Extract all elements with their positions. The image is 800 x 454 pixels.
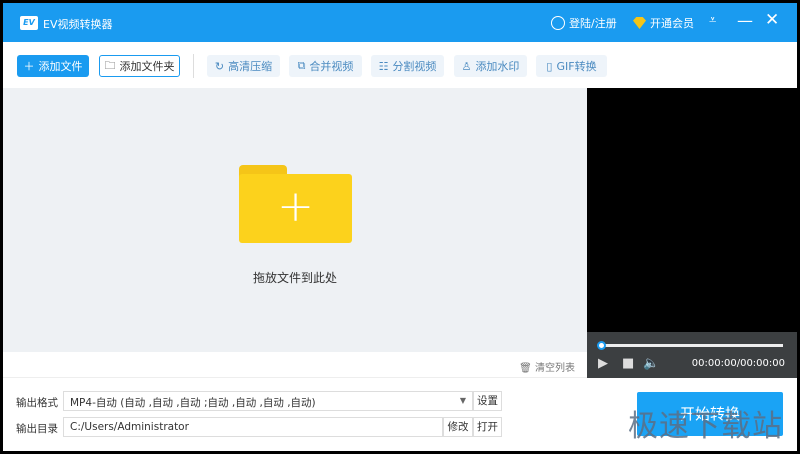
format-value: MP4-自动 (自动 ,自动 ,自动 ;自动 ,自动 ,自动 ,自动) [70, 397, 316, 409]
compress-label: 高清压缩 [228, 60, 273, 73]
add-file-label: 添加文件 [38, 60, 83, 73]
trash-icon: 🗑 [519, 363, 532, 374]
video-preview [587, 88, 797, 332]
watermark-button[interactable]: ♙ 添加水印 [454, 55, 527, 77]
toolbar: ＋添加文件 🗀 添加文件夹 ↻ 高清压缩 ⧉ 合并视频 ☷ 分割视频 ♙ 添加水印 ▯ GI… [3, 42, 797, 88]
user-icon [551, 16, 565, 30]
play-icon[interactable]: ▶ [598, 356, 608, 371]
watermark-label: 添加水印 [475, 60, 520, 73]
seek-bar[interactable] [601, 344, 783, 347]
stop-icon[interactable]: ■ [622, 356, 634, 371]
seek-handle[interactable] [597, 341, 606, 350]
title-bar: EV EV视频转换器 登陆/注册 开通会员 ⩡ — ✕ [3, 3, 797, 42]
format-select[interactable]: MP4-自动 (自动 ,自动 ,自动 ;自动 ,自动 ,自动 ,自动) ▼ [63, 391, 473, 411]
split-label: 分割视频 [392, 60, 437, 73]
divider [193, 54, 194, 78]
app-title: EV视频转换器 [43, 18, 113, 31]
login-label: 登陆/注册 [569, 17, 617, 30]
app-logo: EV [20, 16, 38, 30]
gif-label: GIF转换 [556, 60, 597, 73]
compress-button[interactable]: ↻ 高清压缩 [207, 55, 280, 77]
split-icon: ☷ [378, 59, 389, 73]
gif-button[interactable]: ▯ GIF转换 [536, 55, 607, 77]
drop-area[interactable]: + 拖放文件到此处 [3, 88, 587, 352]
player-controls: ▶ ■ 🔈 00:00:00/00:00:00 [587, 332, 797, 378]
watermark: 极速下载站 [628, 409, 783, 444]
dir-row: 输出目录 C:/Users/Administrator 修改 打开 [3, 417, 523, 437]
merge-label: 合并视频 [309, 60, 354, 73]
vip-button[interactable]: 开通会员 [633, 15, 694, 31]
split-button[interactable]: ☷ 分割视频 [371, 55, 444, 77]
drop-hint: 拖放文件到此处 [252, 271, 337, 285]
login-button[interactable]: 登陆/注册 [551, 15, 617, 31]
add-folder-button[interactable]: 🗀 添加文件夹 [99, 55, 180, 77]
modify-button[interactable]: 修改 [443, 417, 473, 437]
clear-list-label: 清空列表 [535, 363, 575, 374]
merge-button[interactable]: ⧉ 合并视频 [289, 55, 362, 77]
open-button[interactable]: 打开 [473, 417, 502, 437]
add-folder-icon[interactable]: + [239, 165, 352, 243]
folder-icon: 🗀 [104, 58, 116, 72]
vip-label: 开通会员 [650, 17, 694, 30]
app-window: EV EV视频转换器 登陆/注册 开通会员 ⩡ — ✕ ＋添加文件 🗀 添加文件夹… [3, 3, 797, 451]
plus-icon: ＋ [23, 60, 35, 73]
dir-input[interactable]: C:/Users/Administrator [63, 417, 443, 437]
add-file-button[interactable]: ＋添加文件 [17, 55, 89, 77]
volume-icon[interactable]: 🔈 [643, 356, 659, 371]
format-label: 输出格式 [16, 397, 58, 409]
format-row: 输出格式 MP4-自动 (自动 ,自动 ,自动 ;自动 ,自动 ,自动 ,自动)… [3, 391, 523, 411]
close-button[interactable]: ✕ [765, 10, 779, 30]
copy-icon: ⧉ [297, 59, 306, 72]
file-icon: ▯ [546, 59, 553, 73]
menu-dropdown-icon[interactable]: ⩡ [709, 13, 716, 28]
add-folder-label: 添加文件夹 [119, 60, 175, 73]
diamond-icon [633, 17, 646, 29]
dir-label: 输出目录 [16, 423, 58, 435]
list-footer: 🗑 清空列表 [3, 352, 587, 378]
time-display: 00:00:00/00:00:00 [691, 358, 785, 369]
minimize-button[interactable]: — [737, 11, 753, 30]
stamp-icon: ♙ [461, 59, 472, 73]
refresh-icon: ↻ [214, 59, 225, 73]
clear-list-button[interactable]: 🗑 清空列表 [519, 359, 575, 374]
settings-button[interactable]: 设置 [473, 391, 502, 411]
chevron-down-icon: ▼ [459, 396, 466, 405]
